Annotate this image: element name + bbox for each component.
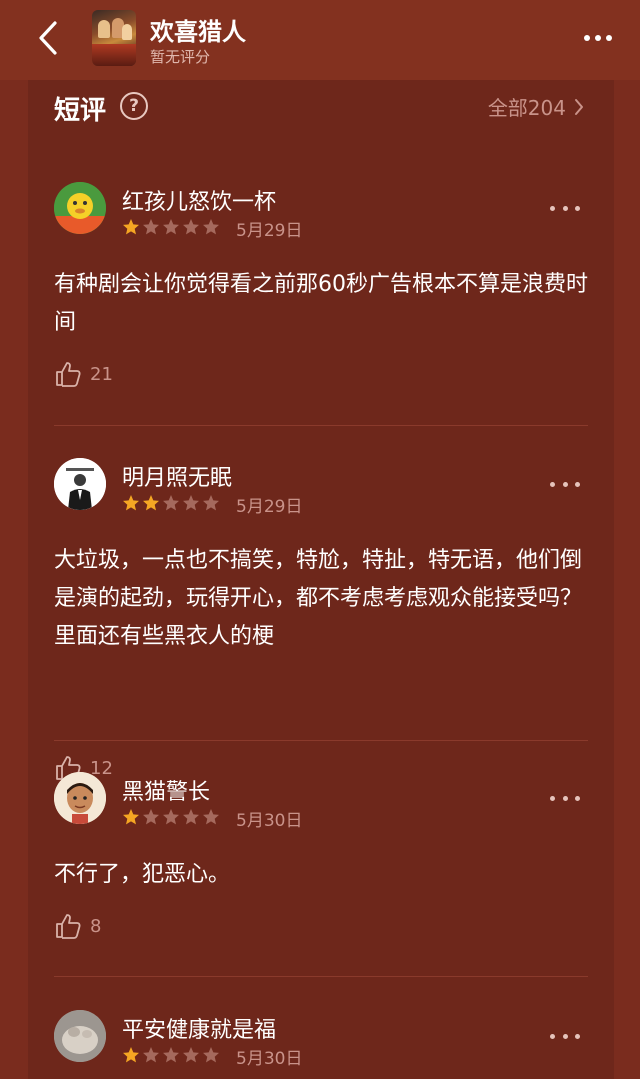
comment-more-button[interactable] <box>550 1026 580 1046</box>
comment-more-button[interactable] <box>550 788 580 808</box>
page: 欢喜猎人 暂无评分 短评 ? 全部204 红孩儿怒饮一杯 5月29日 有种剧会让… <box>0 0 640 1079</box>
star-empty-icon <box>163 1047 179 1063</box>
star-empty-icon <box>203 495 219 511</box>
comment-date: 5月30日 <box>236 811 303 831</box>
star-rating <box>122 1046 220 1064</box>
comment-text: 有种剧会让你觉得看之前那60秒广告根本不算是浪费时间 <box>54 272 588 335</box>
divider <box>54 976 588 977</box>
star-empty-icon <box>203 219 219 235</box>
more-dot-icon <box>606 35 612 41</box>
back-button[interactable] <box>26 16 70 60</box>
comment-date: 5月29日 <box>236 221 303 241</box>
more-dot-icon <box>584 35 590 41</box>
thumbs-up-icon <box>56 362 81 387</box>
avatar[interactable] <box>54 182 106 234</box>
star-empty-icon <box>143 219 159 235</box>
chevron-left-icon <box>39 21 57 55</box>
star-empty-icon <box>143 809 159 825</box>
like-count: 21 <box>90 363 113 385</box>
movie-poster[interactable] <box>92 10 136 66</box>
avatar[interactable] <box>54 1010 106 1062</box>
star-filled-icon <box>123 1047 139 1063</box>
star-empty-icon <box>203 1047 219 1063</box>
star-filled-icon <box>143 495 159 511</box>
like-count: 8 <box>90 915 102 937</box>
star-rating <box>122 808 220 826</box>
star-filled-icon <box>123 495 139 511</box>
comment-more-button[interactable] <box>550 198 580 218</box>
star-rating <box>122 494 220 512</box>
more-dot-icon <box>595 35 601 41</box>
section-title: 短评 <box>54 96 107 126</box>
short-reviews-card: 短评 ? 全部204 红孩儿怒饮一杯 5月29日 有种剧会让你觉得看之前那60秒… <box>28 80 614 1079</box>
star-empty-icon <box>183 219 199 235</box>
divider <box>54 425 588 426</box>
chevron-right-icon <box>575 98 583 115</box>
comment-date: 5月30日 <box>236 1049 303 1069</box>
like-button[interactable]: 21 <box>54 360 113 388</box>
star-empty-icon <box>183 1047 199 1063</box>
comment-text: 大垃圾，一点也不搞笑，特尬，特扯，特无语，他们倒是演的起劲，玩得开心，都不考虑考… <box>54 548 583 649</box>
more-options-button[interactable] <box>576 24 620 52</box>
like-button[interactable]: 8 <box>54 912 101 940</box>
username[interactable]: 黑猫警长 <box>122 774 210 806</box>
top-bar: 欢喜猎人 暂无评分 <box>0 0 640 80</box>
star-empty-icon <box>163 219 179 235</box>
star-filled-icon <box>123 809 139 825</box>
star-empty-icon <box>203 809 219 825</box>
star-empty-icon <box>183 809 199 825</box>
comment-text: 不行了，犯恶心。 <box>54 862 231 887</box>
star-empty-icon <box>143 1047 159 1063</box>
star-filled-icon <box>123 219 139 235</box>
all-reviews-label: 全部204 <box>487 96 566 120</box>
avatar[interactable] <box>54 772 106 824</box>
star-empty-icon <box>163 495 179 511</box>
username[interactable]: 明月照无眠 <box>122 460 232 492</box>
comment-more-button[interactable] <box>550 474 580 494</box>
page-title: 欢喜猎人 <box>150 18 246 46</box>
username[interactable]: 红孩儿怒饮一杯 <box>122 184 276 216</box>
divider <box>54 740 588 741</box>
thumbs-up-icon <box>56 914 81 939</box>
rating-status: 暂无评分 <box>150 48 211 66</box>
username[interactable]: 平安健康就是福 <box>122 1012 276 1044</box>
avatar[interactable] <box>54 458 106 510</box>
star-rating <box>122 218 220 236</box>
help-icon[interactable]: ? <box>120 92 148 120</box>
star-empty-icon <box>163 809 179 825</box>
star-empty-icon <box>183 495 199 511</box>
comment-date: 5月29日 <box>236 497 303 517</box>
all-reviews-link[interactable]: 全部204 <box>488 92 584 121</box>
